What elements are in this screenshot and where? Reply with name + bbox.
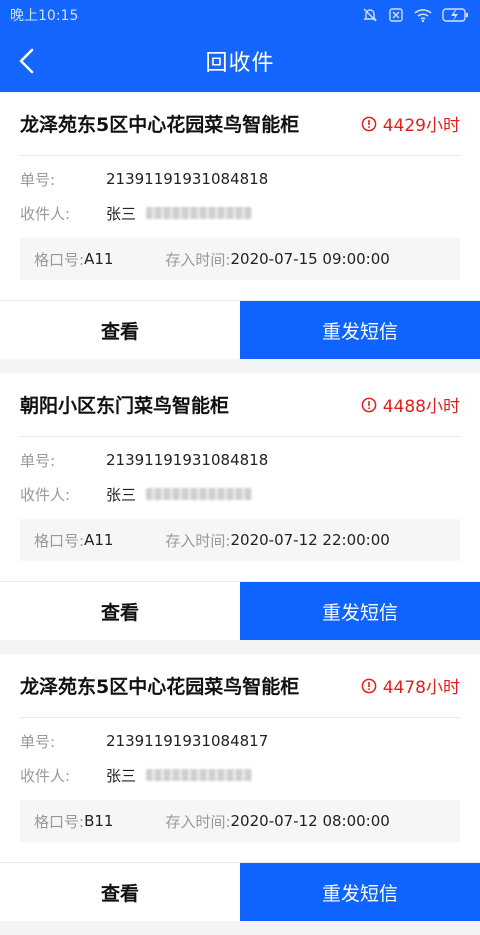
masked-phone [146, 488, 253, 500]
time-value: 2020-07-12 22:00:00 [230, 531, 390, 549]
card-header: 朝阳小区东门菜鸟智能柜 4488小时 [0, 373, 480, 436]
slot-value: B11 [84, 812, 114, 830]
alert-circle-icon [361, 397, 377, 412]
overdue-hours: 4488小时 [361, 392, 460, 417]
order-label: 单号: [20, 732, 56, 751]
time-label: 存入时间: [165, 531, 231, 550]
masked-phone [146, 769, 253, 781]
order-label: 单号: [20, 451, 56, 470]
time-label: 存入时间: [165, 812, 231, 831]
view-button[interactable]: 查看 [0, 301, 240, 359]
back-button[interactable] [10, 44, 44, 78]
recipient-label: 收件人: [20, 485, 71, 504]
time-value: 2020-07-15 09:00:00 [230, 250, 390, 268]
parcel-card: 朝阳小区东门菜鸟智能柜 4488小时 单号: 21391191931084818… [0, 373, 480, 640]
order-number: 21391191931084818 [106, 451, 269, 469]
locker-name: 朝阳小区东门菜鸟智能柜 [20, 395, 230, 417]
order-number: 21391191931084817 [106, 732, 269, 750]
chevron-left-icon [19, 48, 34, 74]
view-button[interactable]: 查看 [0, 863, 240, 921]
recipient-name: 张三 [106, 204, 137, 223]
order-row: 单号: 21391191931084818 [20, 162, 460, 196]
slot-label: 格口号: [34, 250, 85, 269]
top-navbar: 回收件 [0, 30, 480, 92]
recipient-row: 收件人: 张三 [20, 758, 460, 792]
locker-name: 龙泽苑东5区中心花园菜鸟智能柜 [20, 676, 300, 698]
order-row: 单号: 21391191931084817 [20, 724, 460, 758]
overdue-hours: 4429小时 [361, 111, 460, 136]
order-row: 单号: 21391191931084818 [20, 443, 460, 477]
resend-sms-button[interactable]: 重发短信 [240, 301, 480, 359]
recipient-label: 收件人: [20, 204, 71, 223]
recipient-name: 张三 [106, 766, 137, 785]
slot-label: 格口号: [34, 812, 85, 831]
status-time: 晚上10:15 [10, 8, 79, 24]
time-label: 存入时间: [165, 250, 231, 269]
hours-text: 4478小时 [382, 678, 460, 698]
slot-value: A11 [84, 531, 114, 549]
card-actions: 查看 重发短信 [0, 862, 480, 921]
slot-info: 格口号: A11 存入时间: 2020-07-15 09:00:00 [20, 238, 460, 280]
card-header: 龙泽苑东5区中心花园菜鸟智能柜 4478小时 [0, 654, 480, 717]
sim-off-icon [388, 7, 404, 23]
view-button[interactable]: 查看 [0, 582, 240, 640]
hours-text: 4488小时 [382, 397, 460, 417]
resend-sms-button[interactable]: 重发短信 [240, 863, 480, 921]
masked-phone [146, 207, 253, 219]
slot-info: 格口号: A11 存入时间: 2020-07-12 22:00:00 [20, 519, 460, 561]
hours-text: 4429小时 [382, 116, 460, 136]
battery-charging-icon [442, 7, 470, 23]
mute-bell-icon [362, 7, 378, 23]
status-bar: 晚上10:15 [0, 0, 480, 30]
parcel-card: 龙泽苑东5区中心花园菜鸟智能柜 4429小时 单号: 2139119193108… [0, 92, 480, 359]
recipient-name: 张三 [106, 485, 137, 504]
overdue-hours: 4478小时 [361, 673, 460, 698]
card-actions: 查看 重发短信 [0, 581, 480, 640]
wifi-icon [414, 7, 432, 23]
order-label: 单号: [20, 170, 56, 189]
slot-value: A11 [84, 250, 114, 268]
slot-label: 格口号: [34, 531, 85, 550]
card-header: 龙泽苑东5区中心花园菜鸟智能柜 4429小时 [0, 92, 480, 155]
card-actions: 查看 重发短信 [0, 300, 480, 359]
locker-name: 龙泽苑东5区中心花园菜鸟智能柜 [20, 114, 300, 136]
status-icons [362, 7, 470, 23]
recipient-row: 收件人: 张三 [20, 196, 460, 230]
time-value: 2020-07-12 08:00:00 [230, 812, 390, 830]
alert-circle-icon [361, 116, 377, 131]
resend-sms-button[interactable]: 重发短信 [240, 582, 480, 640]
page-title: 回收件 [205, 51, 275, 76]
alert-circle-icon [361, 678, 377, 693]
recipient-row: 收件人: 张三 [20, 477, 460, 511]
slot-info: 格口号: B11 存入时间: 2020-07-12 08:00:00 [20, 800, 460, 842]
parcel-card: 龙泽苑东5区中心花园菜鸟智能柜 4478小时 单号: 2139119193108… [0, 654, 480, 921]
parcel-list: 龙泽苑东5区中心花园菜鸟智能柜 4429小时 单号: 2139119193108… [0, 92, 480, 935]
recipient-label: 收件人: [20, 766, 71, 785]
order-number: 21391191931084818 [106, 170, 269, 188]
